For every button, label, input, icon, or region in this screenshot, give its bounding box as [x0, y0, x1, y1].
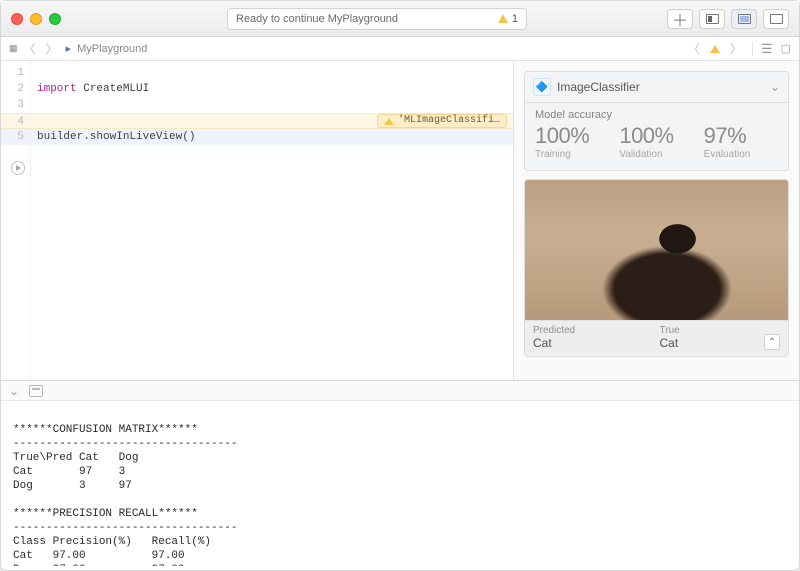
jump-bar: ▦ 〈 〉 ▸ MyPlayground 〈 〉 ☰ ▢: [1, 37, 799, 61]
toggle-right-panel-button[interactable]: [763, 9, 789, 29]
console-line: Dog 3 97: [13, 480, 132, 492]
code-editor[interactable]: 123 4 5 import CreateMLUI let builder = …: [1, 61, 513, 380]
editor-options-icon[interactable]: ▢: [781, 42, 791, 55]
console-line: Dog 97.00 97.00: [13, 564, 185, 566]
prediction-preview: Predicted Cat True Cat ⌃: [524, 179, 789, 357]
back-button[interactable]: 〈: [22, 40, 38, 57]
console-view-icon[interactable]: [29, 385, 43, 397]
console-line: Cat 97.00 97.00: [13, 550, 185, 562]
line-gutter: 123 4 5: [1, 61, 31, 380]
preview-image: [525, 180, 788, 320]
prev-issue-button[interactable]: 〈: [686, 40, 702, 57]
inline-warning[interactable]: 'MLImageClassifi…: [377, 114, 507, 128]
accuracy-subtitle: Model accuracy: [535, 109, 778, 121]
toggle-debug-area-button[interactable]: [731, 9, 757, 29]
metric-training: 100% Training: [535, 123, 609, 160]
zoom-window-button[interactable]: [49, 13, 61, 25]
live-view-panel: 🔷 ImageClassifier ⌄ Model accuracy 100% …: [513, 61, 799, 380]
console-line: Cat 97 3: [13, 466, 125, 478]
expand-preview-button[interactable]: ⌃: [764, 334, 780, 350]
activity-status-text: Ready to continue MyPlayground: [236, 13, 498, 25]
forward-button[interactable]: 〉: [44, 40, 60, 57]
metric-validation: 100% Validation: [619, 123, 693, 160]
classifier-title: ImageClassifier: [557, 80, 640, 94]
true-label: True: [660, 325, 680, 336]
metric-evaluation: 97% Evaluation: [704, 123, 778, 160]
code-line-2: CreateMLUI: [83, 83, 149, 95]
run-playground-button[interactable]: [11, 161, 25, 175]
related-items-icon[interactable]: ▦: [9, 43, 16, 54]
activity-status: Ready to continue MyPlayground 1: [227, 8, 527, 30]
debug-chevron-icon[interactable]: ⌄: [9, 384, 19, 398]
window-titlebar: Ready to continue MyPlayground 1 ＋: [1, 1, 799, 37]
console-output[interactable]: ******CONFUSION MATRIX****** -----------…: [1, 401, 799, 566]
console-line: ******CONFUSION MATRIX******: [13, 424, 198, 436]
debug-toolbar: ⌄: [1, 381, 799, 401]
console-line: True\Pred Cat Dog: [13, 452, 138, 464]
minimize-window-button[interactable]: [30, 13, 42, 25]
classifier-card: 🔷 ImageClassifier ⌄ Model accuracy 100% …: [524, 71, 789, 171]
warning-icon: [384, 118, 394, 125]
next-issue-button[interactable]: 〉: [728, 40, 744, 57]
console-line: Class Precision(%) Recall(%): [13, 536, 211, 548]
jump-bar-path[interactable]: MyPlayground: [77, 43, 147, 55]
add-editor-button[interactable]: ＋: [667, 9, 693, 29]
chevron-down-icon[interactable]: ⌄: [770, 80, 780, 94]
warning-icon[interactable]: [710, 45, 720, 53]
warning-icon: [498, 14, 508, 23]
console-line: ******PRECISION RECALL******: [13, 508, 198, 520]
predicted-label: Predicted: [533, 325, 575, 336]
true-value: Cat: [660, 336, 680, 350]
code-line-5: builder.showInLiveView(): [37, 131, 195, 143]
close-window-button[interactable]: [11, 13, 23, 25]
adjust-editor-icon[interactable]: ☰: [761, 41, 773, 57]
issues-badge[interactable]: 1: [498, 13, 518, 25]
predicted-value: Cat: [533, 336, 575, 350]
toggle-left-panel-button[interactable]: [699, 9, 725, 29]
warning-count: 1: [512, 13, 518, 25]
app-icon: 🔷: [533, 78, 551, 96]
inline-warning-text: 'MLImageClassifi…: [398, 113, 500, 129]
